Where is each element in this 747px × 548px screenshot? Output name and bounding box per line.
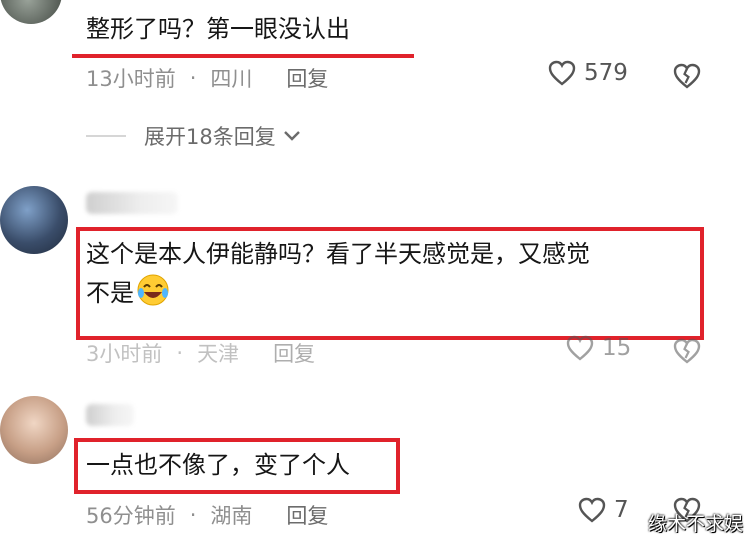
separator-dot: · [176, 341, 184, 365]
username-blurred [86, 404, 134, 426]
comment-text: 整形了吗？第一眼没认出 [86, 15, 350, 43]
heart-icon [566, 335, 594, 361]
location: 湖南 [210, 504, 253, 528]
avatar[interactable] [0, 0, 62, 24]
like-button[interactable]: 579 [548, 60, 628, 86]
highlight-box [74, 438, 400, 494]
broken-heart-icon[interactable] [672, 62, 702, 90]
separator-dot: · [189, 66, 197, 90]
expand-replies-label: 展开18条回复 [144, 125, 276, 149]
location: 天津 [197, 342, 240, 366]
like-button[interactable]: 7 [578, 497, 629, 523]
like-button[interactable]: 15 [566, 335, 631, 361]
highlight-box [76, 227, 704, 340]
username-blurred [86, 192, 178, 214]
timestamp: 13小时前 [86, 67, 176, 91]
avatar[interactable] [0, 396, 68, 464]
like-count: 579 [584, 60, 628, 86]
chevron-down-icon [283, 131, 300, 141]
divider [86, 135, 126, 137]
timestamp: 3小时前 [86, 342, 163, 366]
timestamp: 56分钟前 [86, 504, 176, 528]
heart-icon [548, 60, 576, 86]
reply-button[interactable]: 回复 [273, 338, 315, 368]
location: 四川 [210, 67, 253, 91]
broken-heart-icon[interactable] [672, 337, 702, 365]
comment-meta: 13小时前 · 四川 回复 [86, 63, 328, 93]
watermark: 缘木不求娱 [647, 513, 743, 535]
reply-button[interactable]: 回复 [286, 63, 328, 93]
comment-meta: 3小时前 · 天津 回复 [86, 338, 315, 368]
comment-meta: 56分钟前 · 湖南 回复 [86, 500, 328, 530]
heart-icon [578, 497, 606, 523]
separator-dot: · [189, 503, 197, 527]
highlight-underline [72, 54, 414, 58]
expand-replies-button[interactable]: 展开18条回复 [86, 121, 302, 151]
like-count: 7 [614, 497, 629, 523]
avatar[interactable] [0, 186, 68, 254]
reply-button[interactable]: 回复 [286, 500, 328, 530]
like-count: 15 [602, 335, 632, 361]
